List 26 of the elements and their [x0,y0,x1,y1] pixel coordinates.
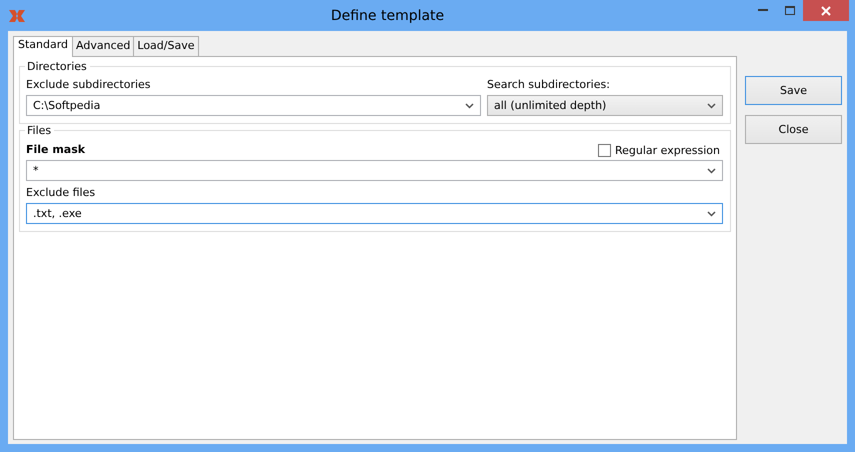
minimize-icon [758,9,768,11]
dialog-button[interactable]: Save [745,76,842,105]
group-title: Files [25,124,54,137]
window-title: Define template [330,8,446,24]
field-label: Exclude files [26,186,96,200]
close-icon [821,6,831,16]
file-mask-field[interactable]: * [26,160,723,181]
field-label: Exclude subdirectories [26,78,152,92]
field-label: File mask [26,143,86,157]
dropdown-caret-icon[interactable] [707,168,716,174]
tab[interactable]: Load/Save [133,36,198,56]
maximize-icon [784,6,794,14]
dropdown-caret-icon[interactable] [707,102,716,108]
checkbox-label: Regular expression [614,144,720,156]
field-label: Search subdirectories: [487,78,611,92]
exclude-files-field[interactable]: .txt, .exe [26,203,723,224]
close-button[interactable] [803,0,849,21]
group-title: Directories [25,60,90,73]
tab[interactable]: Standard [13,36,74,57]
dropdown-caret-icon[interactable] [465,102,474,108]
app-logo-icon [8,8,26,24]
checkbox[interactable] [598,144,611,156]
dialog-button[interactable]: Close [745,115,842,144]
dropdown-caret-icon[interactable] [707,210,716,216]
exclude-subdirectories-field[interactable]: C:\Softpedia [26,95,481,116]
search-depth-dropdown[interactable]: all (unlimited depth) [487,95,723,116]
